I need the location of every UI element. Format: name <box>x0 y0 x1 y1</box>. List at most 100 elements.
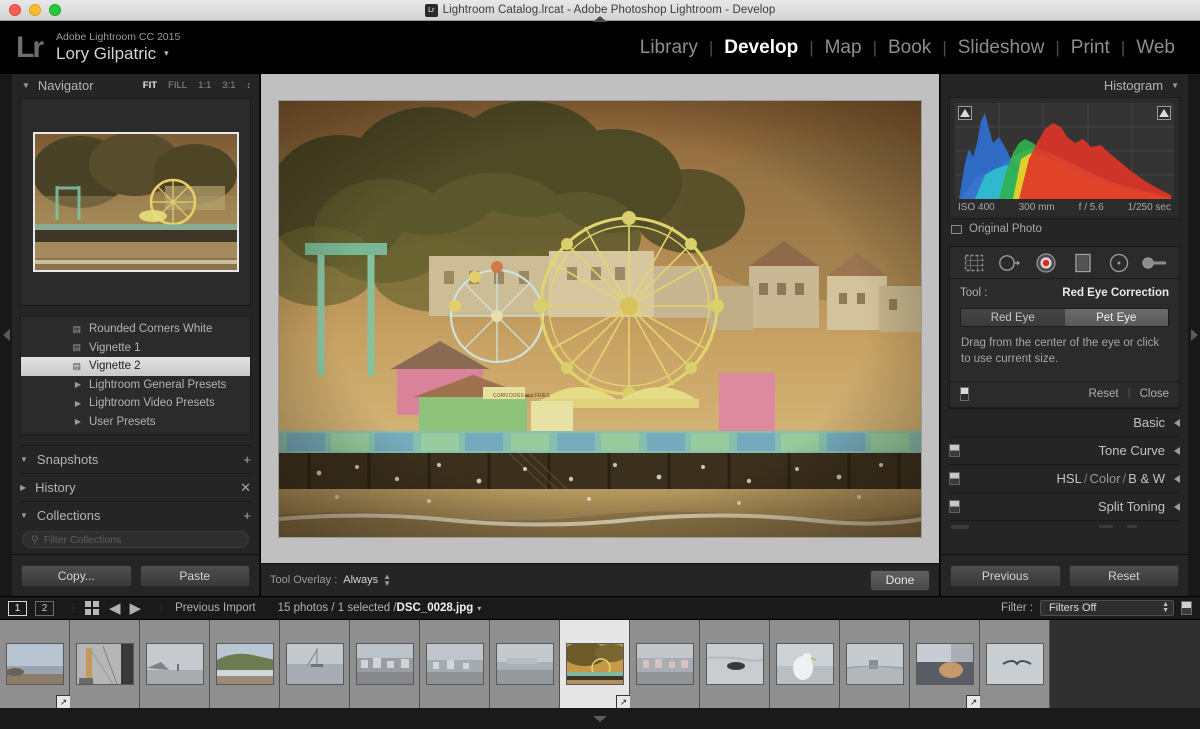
filmstrip-thumbnail-3[interactable] <box>140 620 210 708</box>
filmstrip-thumbnail-15[interactable] <box>980 620 1050 708</box>
collapse-triangle-icon[interactable] <box>1174 475 1180 483</box>
preset-row-vignette-2[interactable]: ▤ Vignette 2 <box>21 357 250 376</box>
filmstrip-thumbnail-1[interactable]: ↗ <box>0 620 70 708</box>
filter-collections-input[interactable]: ⚲ Filter Collections <box>22 531 249 548</box>
go-back-icon[interactable]: ◀ <box>109 601 121 616</box>
hsl-tab[interactable]: HSL <box>1057 471 1082 486</box>
expand-triangle-icon[interactable]: ▶ <box>31 399 89 408</box>
presets-list[interactable]: ▤ Rounded Corners White ▤ Vignette 1 ▤ V… <box>20 316 251 435</box>
collections-section-header[interactable]: ▼ Collections + <box>20 501 251 529</box>
module-library[interactable]: Library <box>629 37 709 59</box>
section-hsl-color-bw[interactable]: HSL/Color/B & W <box>949 464 1180 492</box>
add-snapshot-icon[interactable]: + <box>243 452 251 467</box>
filmstrip-thumbnail-13[interactable] <box>840 620 910 708</box>
preset-row-rounded-corners-white[interactable]: ▤ Rounded Corners White <box>21 320 250 339</box>
stepper-icon[interactable]: ▲▼ <box>1162 602 1169 614</box>
section-basic[interactable]: Basic <box>949 408 1180 436</box>
zoom-1-1[interactable]: 1:1 <box>198 80 211 91</box>
spot-removal-icon[interactable] <box>997 252 1023 274</box>
shadow-clipping-indicator[interactable] <box>958 106 972 120</box>
preset-group-lightroom-general[interactable]: ▶ Lightroom General Presets <box>21 376 250 395</box>
tool-overlay-stepper-icon[interactable]: ▲▼ <box>383 573 391 587</box>
preset-group-lightroom-video[interactable]: ▶ Lightroom Video Presets <box>21 394 250 413</box>
color-tab[interactable]: Color <box>1089 471 1120 486</box>
chevron-right-icon[interactable] <box>1191 329 1198 341</box>
snapshots-section-header[interactable]: ▼ Snapshots + <box>20 445 251 473</box>
screen-1-button[interactable]: 1 <box>8 601 27 616</box>
add-collection-icon[interactable]: + <box>243 508 251 523</box>
hsl-switch[interactable] <box>949 472 960 485</box>
filmstrip-thumbnail-4[interactable] <box>210 620 280 708</box>
filmstrip-thumbnail-11[interactable] <box>700 620 770 708</box>
filmstrip-source-label[interactable]: Previous Import <box>175 602 256 614</box>
expand-triangle-icon[interactable]: ▶ <box>31 380 89 389</box>
navigator-header[interactable]: ▼ Navigator FIT FILL 1:1 3:1 ↕ <box>12 74 259 96</box>
filmstrip-thumbnail-10[interactable] <box>630 620 700 708</box>
expand-triangle-icon[interactable]: ▶ <box>31 417 89 426</box>
radial-filter-icon[interactable] <box>1106 252 1132 274</box>
section-split-toning[interactable]: Split Toning <box>949 492 1180 520</box>
checkbox-icon[interactable] <box>951 225 962 234</box>
tool-overlay-value[interactable]: Always <box>343 574 378 586</box>
filmstrip-thumbnail-14[interactable]: ↗ <box>910 620 980 708</box>
filmstrip-thumbnail-8[interactable] <box>490 620 560 708</box>
collapse-triangle-icon[interactable]: ▼ <box>22 81 30 90</box>
left-panel-collapse-handle[interactable] <box>0 74 12 596</box>
red-eye-icon[interactable] <box>1033 252 1059 274</box>
navigator-zoom-levels[interactable]: FIT FILL 1:1 3:1 ↕ <box>143 80 251 91</box>
filter-dropdown[interactable]: Filters Off ▲▼ <box>1040 600 1174 616</box>
section-tone-curve[interactable]: Tone Curve <box>949 436 1180 464</box>
tool-reset-button[interactable]: Reset <box>1089 388 1119 400</box>
paste-button[interactable]: Paste <box>140 565 251 587</box>
develop-photo[interactable]: CORN DOGS and FRIES <box>279 101 921 537</box>
previous-button[interactable]: Previous <box>950 565 1061 587</box>
zoom-fill[interactable]: FILL <box>168 80 187 91</box>
bw-tab[interactable]: B & W <box>1128 471 1165 486</box>
clear-history-icon[interactable]: ✕ <box>240 480 251 496</box>
module-map[interactable]: Map <box>814 37 873 59</box>
module-picker[interactable]: Library | Develop | Map | Book | Slidesh… <box>629 37 1186 59</box>
preset-row-vignette-1[interactable]: ▤ Vignette 1 <box>21 339 250 358</box>
zoom-stepper-icon[interactable]: ↕ <box>247 80 252 90</box>
pet-eye-segment[interactable]: Pet Eye <box>1065 309 1169 326</box>
histogram-graph[interactable] <box>955 103 1174 199</box>
split-toning-switch[interactable] <box>949 500 960 513</box>
chevron-down-icon[interactable]: ▾ <box>164 48 169 58</box>
right-panel-collapse-handle[interactable] <box>1188 74 1200 596</box>
tool-enable-switch[interactable] <box>960 387 969 401</box>
original-photo-toggle[interactable]: Original Photo <box>941 219 1188 241</box>
tool-close-button[interactable]: Close <box>1140 388 1169 400</box>
collapse-triangle-icon[interactable]: ▼ <box>1171 81 1179 90</box>
user-name-row[interactable]: Lory Gilpatric ▾ <box>56 44 180 63</box>
eye-type-segmented-control[interactable]: Red Eye Pet Eye <box>960 308 1169 327</box>
filmstrip-thumbnail-6[interactable] <box>350 620 420 708</box>
collapse-triangle-icon[interactable] <box>1174 503 1180 511</box>
tone-curve-switch[interactable] <box>949 444 960 457</box>
filmstrip-thumbnail-7[interactable] <box>420 620 490 708</box>
module-develop[interactable]: Develop <box>713 37 809 59</box>
expand-triangle-icon[interactable]: ▶ <box>20 483 26 492</box>
module-slideshow[interactable]: Slideshow <box>947 37 1056 59</box>
go-forward-icon[interactable]: ▶ <box>130 601 142 616</box>
screen-2-button[interactable]: 2 <box>35 601 54 616</box>
chevron-down-icon[interactable]: ▾ <box>477 604 481 613</box>
histogram-panel[interactable]: ISO 400 300 mm f / 5.6 1/250 sec <box>949 97 1180 219</box>
filmstrip-thumbnail-5[interactable] <box>280 620 350 708</box>
zoom-fit[interactable]: FIT <box>143 80 157 91</box>
history-section-header[interactable]: ▶ History ✕ <box>20 473 251 501</box>
histogram-header[interactable]: Histogram ▼ <box>941 74 1188 96</box>
done-button[interactable]: Done <box>870 570 930 591</box>
filmstrip-filter-group[interactable]: Filter : Filters Off ▲▼ <box>1001 600 1192 616</box>
reset-button[interactable]: Reset <box>1069 565 1180 587</box>
grid-view-icon[interactable] <box>85 601 99 615</box>
module-web[interactable]: Web <box>1125 37 1186 59</box>
identity-plate[interactable]: Adobe Lightroom CC 2015 Lory Gilpatric ▾ <box>56 32 180 63</box>
filter-toggle-switch[interactable] <box>1181 601 1192 615</box>
image-canvas[interactable]: CORN DOGS and FRIES <box>261 74 939 563</box>
module-book[interactable]: Book <box>877 37 942 59</box>
collapse-triangle-icon[interactable] <box>1174 447 1180 455</box>
crop-overlay-icon[interactable] <box>961 252 987 274</box>
module-print[interactable]: Print <box>1060 37 1121 59</box>
filmstrip-collapse-handle[interactable] <box>0 708 1200 729</box>
highlight-clipping-indicator[interactable] <box>1157 106 1171 120</box>
